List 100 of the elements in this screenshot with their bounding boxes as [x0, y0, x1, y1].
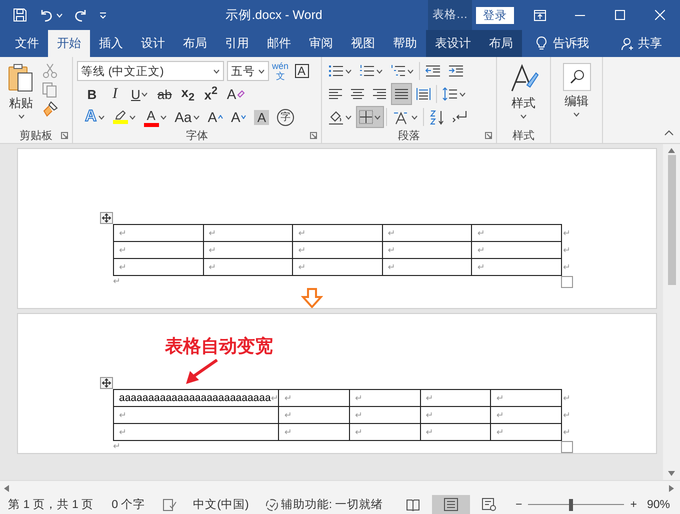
ribbon-tab[interactable]: 帮助	[384, 30, 426, 57]
shrink-button[interactable]: A	[229, 107, 248, 127]
case-button[interactable]: Aa	[172, 107, 202, 127]
table-cell: ↵	[382, 259, 472, 276]
tell-me-button[interactable]: 告诉我	[532, 30, 593, 57]
bulleted-list-icon	[328, 64, 344, 78]
font-color-button[interactable]: A	[142, 107, 169, 127]
character-border-button[interactable]: A	[294, 64, 309, 78]
open-book-icon	[406, 498, 420, 510]
collapse-ribbon-icon	[664, 130, 674, 136]
grow-button[interactable]: A	[206, 107, 226, 127]
customize-caret-icon	[99, 11, 107, 19]
superscript-button[interactable]: x$^{2}$	[202, 84, 220, 104]
accessibility-button[interactable]: 辅助功能: 一切就绪	[264, 495, 384, 514]
row-end-mark: ↵	[562, 409, 571, 422]
underline-button[interactable]: U	[129, 84, 150, 104]
vertical-scrollbar[interactable]	[663, 144, 680, 480]
table-cell: ↵	[204, 242, 294, 259]
letter-brush-icon	[508, 63, 538, 93]
numbered-list-icon	[359, 64, 375, 78]
language-button[interactable]: 中文(中国)	[193, 495, 249, 514]
strike-button[interactable]: ab	[155, 84, 174, 104]
cut-button[interactable]	[42, 63, 58, 79]
caret-icon	[573, 112, 580, 117]
phonetic-guide-button[interactable]: wén 文	[272, 62, 289, 80]
table-resize-handle-icon	[561, 276, 573, 288]
scrollbar-thumb[interactable]	[668, 155, 676, 285]
distributed-align-icon	[416, 87, 431, 101]
table-cell: ↵	[382, 225, 472, 242]
print-view-button[interactable]	[432, 495, 470, 514]
font-size-dropdown[interactable]: 五号	[227, 61, 269, 81]
format-painter-button[interactable]	[42, 101, 58, 117]
right-arrow-icon	[669, 484, 674, 492]
shading-button[interactable]: A	[252, 107, 272, 127]
share-button[interactable]: 共享	[621, 30, 662, 57]
up-arrow-icon	[668, 148, 675, 153]
left-arrow-icon	[4, 484, 9, 492]
group-label: 样式	[512, 128, 534, 142]
up-caret-icon	[218, 115, 224, 119]
ribbon-tab[interactable]: 设计	[132, 30, 174, 57]
align-right-icon	[372, 88, 387, 100]
page-layout-icon	[444, 498, 458, 511]
line-spacing-icon	[442, 87, 458, 101]
table-cell: ↵	[350, 407, 421, 424]
multilevel-list-icon	[390, 64, 406, 78]
table-cell: ↵	[114, 259, 204, 276]
ribbon-tab[interactable]: 布局	[480, 30, 522, 57]
ribbon-tab[interactable]: 审阅	[300, 30, 342, 57]
asian-layout-icon	[392, 110, 410, 124]
table-cell: ↵	[472, 225, 562, 242]
table-borders-icon	[359, 110, 373, 124]
ribbon-tab[interactable]: 开始	[48, 30, 90, 57]
sign-in-button[interactable]: 登录	[476, 6, 514, 24]
sort-icon	[429, 110, 445, 124]
ribbon-tab[interactable]: 引用	[216, 30, 258, 57]
paste-button[interactable]: 粘贴	[4, 61, 38, 127]
window-title: 示例.docx - Word	[224, 6, 324, 24]
row-end-mark: ↵	[562, 227, 571, 240]
paragraph-mark: ↵	[113, 276, 121, 288]
table-cell: ↵	[350, 424, 421, 441]
annotation-text: 表格自动变宽	[165, 335, 273, 358]
table-cell: ↵	[279, 390, 350, 407]
table-cell: ↵	[114, 242, 204, 259]
page-count[interactable]: 第 1 页，共 1 页	[8, 495, 94, 514]
zoom-level[interactable]: 90%	[646, 495, 670, 514]
person-add-icon	[621, 36, 635, 50]
justify-button[interactable]	[392, 84, 411, 104]
italic-button[interactable]: I	[106, 84, 124, 104]
horizontal-scrollbar[interactable]	[0, 480, 680, 495]
zoom-out-button[interactable]: −	[516, 495, 522, 514]
table-cell: ↵	[114, 407, 280, 424]
ribbon-tab[interactable]: 视图	[342, 30, 384, 57]
caret-icon	[18, 114, 24, 119]
maximize-icon	[615, 10, 625, 20]
ribbon-tab[interactable]: 插入	[90, 30, 132, 57]
table-cell: ↵	[382, 242, 472, 259]
down-arrow-icon	[668, 471, 675, 476]
bold-button[interactable]: B	[83, 84, 101, 104]
subscript-button[interactable]: x$_{2}$	[178, 84, 197, 104]
ribbon-tab[interactable]: 邮件	[258, 30, 300, 57]
ribbon-tab[interactable]: 布局	[174, 30, 216, 57]
return-arrow-icon	[452, 110, 468, 124]
eraser-icon	[237, 90, 246, 98]
zoom-in-button[interactable]: +	[630, 495, 637, 514]
font-name-dropdown[interactable]: 等线 (中文正文)	[77, 61, 224, 81]
increase-indent-icon	[448, 64, 464, 78]
borders-button[interactable]	[357, 107, 383, 127]
editing-button[interactable]: 编辑	[560, 61, 594, 143]
group-label: 剪贴板	[20, 128, 52, 142]
table-cell: ↵	[204, 225, 294, 242]
clipboard-icon	[7, 63, 35, 93]
table-cell: aaaaaaaaaaaaaaaaaaaaaaaaaa↵	[114, 390, 280, 407]
table-move-handle-icon	[100, 212, 113, 224]
decrease-indent-icon	[425, 64, 441, 78]
styles-button[interactable]: 样式	[506, 61, 542, 127]
clear-button[interactable]: A	[224, 84, 248, 104]
word-count[interactable]: 0 个字	[112, 495, 146, 514]
ribbon-tab[interactable]: 文件	[6, 30, 48, 57]
ribbon-tab[interactable]: 表设计	[426, 30, 480, 57]
enclose-button[interactable]: 字	[275, 107, 296, 127]
